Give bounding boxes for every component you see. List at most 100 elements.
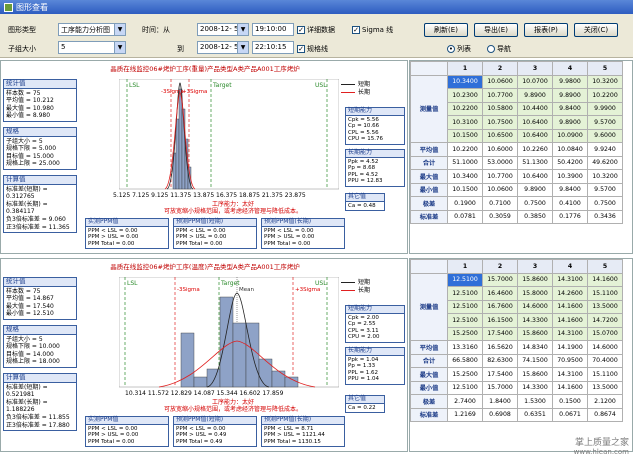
table-cell[interactable]: 0.0781 — [447, 209, 483, 224]
table-cell[interactable]: 14.1600 — [552, 380, 588, 395]
table-cell[interactable]: 12.5100 — [447, 286, 483, 301]
table-cell[interactable]: 10.0900 — [552, 128, 588, 143]
table-cell[interactable]: 51.1000 — [447, 155, 483, 170]
table-cell[interactable]: 14.3300 — [517, 380, 553, 395]
table-cell[interactable]: 10.0600 — [482, 74, 518, 89]
table-cell[interactable]: 10.7700 — [482, 88, 518, 103]
table-cell[interactable]: 13.5000 — [587, 380, 623, 395]
table-cell[interactable]: 0.6351 — [517, 407, 553, 422]
from-date-input[interactable]: 2008-12- 5 ▼ — [197, 23, 249, 36]
table-cell[interactable]: 14.1600 — [552, 313, 588, 328]
table-cell[interactable]: 0.3059 — [482, 209, 518, 224]
table-cell[interactable]: 9.8900 — [552, 115, 588, 130]
report-button[interactable]: 报表(P) — [524, 23, 568, 37]
table-cell[interactable]: 70.4000 — [587, 353, 623, 368]
from-time-input[interactable]: 19:10:00 — [252, 23, 294, 36]
subgroup-select[interactable]: 5 ▼ — [58, 41, 126, 54]
table-cell[interactable]: 16.4600 — [482, 286, 518, 301]
table-cell[interactable]: 13.5000 — [587, 299, 623, 314]
to-date-input[interactable]: 2008-12- 5 ▼ — [197, 41, 249, 54]
table-cell[interactable]: 0.1776 — [552, 209, 588, 224]
table-cell[interactable]: 0.4100 — [552, 196, 588, 211]
table-cell[interactable]: 2.1200 — [587, 394, 623, 409]
spec-line-checkbox[interactable]: ✓ 规格线 — [297, 44, 328, 54]
table-cell[interactable]: 10.2200 — [447, 142, 483, 157]
table-cell[interactable]: 14.3300 — [517, 313, 553, 328]
table-cell[interactable]: 51.1300 — [517, 155, 553, 170]
table-cell[interactable]: 0.1500 — [552, 394, 588, 409]
table-cell[interactable]: 1.5300 — [517, 394, 553, 409]
chart-type-select[interactable]: 工序能力分析图 ▼ — [58, 23, 126, 36]
table-cell[interactable]: 15.1100 — [587, 286, 623, 301]
table-cell[interactable]: 15.2500 — [447, 326, 483, 341]
sigma-line-checkbox[interactable]: ✓ Sigma 线 — [352, 25, 393, 35]
to-time-input[interactable]: 22:10:15 — [252, 41, 294, 54]
table-cell[interactable]: 10.2200 — [587, 88, 623, 103]
table-cell[interactable]: 49.6200 — [587, 155, 623, 170]
table-cell[interactable]: 14.6000 — [517, 299, 553, 314]
table-cell[interactable]: 15.8600 — [517, 367, 553, 382]
table-cell[interactable]: 14.6000 — [587, 340, 623, 355]
table-cell[interactable]: 9.5700 — [587, 182, 623, 197]
table-cell[interactable]: 0.0671 — [552, 407, 588, 422]
table-cell[interactable]: 10.0840 — [552, 142, 588, 157]
table-cell[interactable]: 10.3900 — [552, 169, 588, 184]
detail-data-checkbox[interactable]: ✓ 详细数据 — [297, 25, 335, 35]
table-cell[interactable]: 14.1600 — [552, 299, 588, 314]
table-cell[interactable]: 10.1500 — [447, 128, 483, 143]
table-cell[interactable]: 9.9240 — [587, 142, 623, 157]
table-cell[interactable]: 1.8400 — [482, 394, 518, 409]
table-cell[interactable]: 14.1600 — [587, 272, 623, 287]
table-cell[interactable]: 17.5400 — [482, 326, 518, 341]
table-cell[interactable]: 10.6400 — [517, 115, 553, 130]
column-header[interactable]: 5 — [587, 259, 623, 274]
data-grid-1[interactable]: 12345 测量值 10.3400 10.0600 10.0700 9.9800 10.… — [409, 60, 633, 254]
table-cell[interactable]: 12.5100 — [447, 313, 483, 328]
table-cell[interactable]: 12.5100 — [447, 380, 483, 395]
table-cell[interactable]: 10.6000 — [482, 142, 518, 157]
table-cell[interactable]: 12.5100 — [447, 299, 483, 314]
column-header[interactable]: 3 — [517, 259, 553, 274]
list-radio[interactable]: • 列表 — [447, 44, 471, 54]
table-cell[interactable]: 15.2500 — [447, 367, 483, 382]
close-button[interactable]: 关闭(C) — [574, 23, 618, 37]
table-cell[interactable]: 14.1900 — [552, 340, 588, 355]
table-cell[interactable]: 9.5700 — [587, 115, 623, 130]
nav-radio[interactable]: 导航 — [487, 44, 511, 54]
table-cell[interactable]: 9.9800 — [552, 74, 588, 89]
table-cell[interactable]: 15.8600 — [517, 272, 553, 287]
table-cell[interactable]: 14.3100 — [552, 326, 588, 341]
column-header[interactable]: 4 — [552, 61, 588, 76]
table-cell[interactable]: 10.1500 — [447, 182, 483, 197]
table-cell[interactable]: 0.6908 — [482, 407, 518, 422]
table-cell[interactable]: 9.6000 — [587, 128, 623, 143]
table-cell[interactable]: 16.5620 — [482, 340, 518, 355]
table-cell[interactable]: 15.7000 — [482, 272, 518, 287]
table-cell[interactable]: 0.7500 — [517, 196, 553, 211]
table-cell[interactable]: 0.3850 — [517, 209, 553, 224]
table-cell[interactable]: 16.1500 — [482, 313, 518, 328]
table-cell[interactable]: 53.0000 — [482, 155, 518, 170]
table-cell[interactable]: 0.7500 — [587, 196, 623, 211]
column-header[interactable]: 2 — [482, 259, 518, 274]
table-cell[interactable]: 0.8674 — [587, 407, 623, 422]
table-cell[interactable]: 9.8900 — [552, 88, 588, 103]
table-cell[interactable]: 10.6400 — [517, 128, 553, 143]
table-cell[interactable]: 15.0700 — [587, 326, 623, 341]
table-cell[interactable]: 9.8400 — [552, 182, 588, 197]
table-cell[interactable]: 14.3100 — [552, 367, 588, 382]
column-header[interactable]: 1 — [447, 259, 483, 274]
table-cell[interactable]: 2.7400 — [447, 394, 483, 409]
table-cell[interactable]: 10.2300 — [447, 88, 483, 103]
table-cell[interactable]: 50.4200 — [552, 155, 588, 170]
table-cell[interactable]: 15.7000 — [482, 380, 518, 395]
table-cell[interactable]: 74.1500 — [517, 353, 553, 368]
table-cell[interactable]: 10.7500 — [482, 115, 518, 130]
table-cell[interactable]: 70.9500 — [552, 353, 588, 368]
table-cell[interactable]: 16.7600 — [482, 299, 518, 314]
table-cell[interactable]: 9.9900 — [587, 101, 623, 116]
table-cell[interactable]: 0.7100 — [482, 196, 518, 211]
table-cell[interactable]: 17.5400 — [482, 367, 518, 382]
table-cell[interactable]: 9.8900 — [517, 88, 553, 103]
table-cell[interactable]: 10.4400 — [517, 101, 553, 116]
